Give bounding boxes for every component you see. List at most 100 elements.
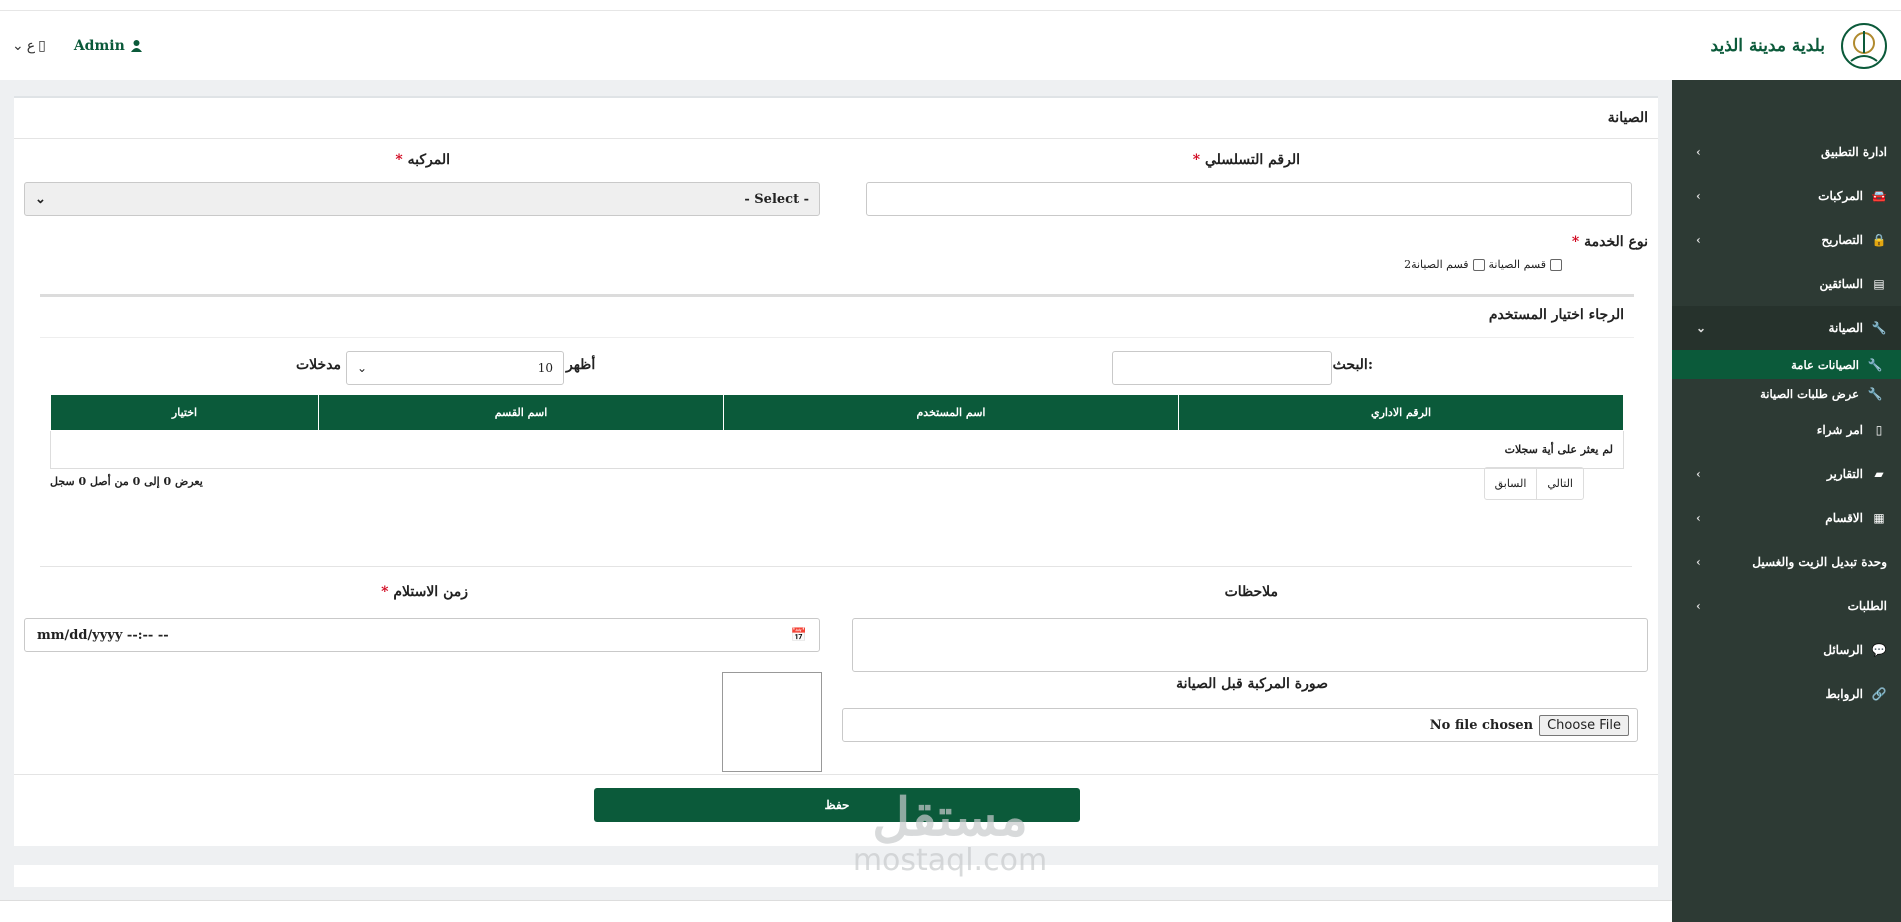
notes-label: ملاحظات bbox=[1224, 584, 1278, 600]
sidebar: ادارة التطبيق › 🚘 المركبات › 🔒 التصاريح … bbox=[1672, 80, 1901, 922]
required-mark: * bbox=[1192, 152, 1201, 168]
chevron-left-icon: › bbox=[1696, 511, 1701, 525]
sidebar-item-label: وحدة تبديل الزيت والغسيل bbox=[1752, 555, 1887, 569]
wrench-icon: 🔧 bbox=[1867, 357, 1883, 372]
file-status: No file chosen bbox=[1429, 717, 1534, 733]
chevron-left-icon: › bbox=[1696, 145, 1701, 159]
service-option-checkbox[interactable] bbox=[1550, 258, 1562, 271]
pagination: التالي السابق bbox=[1483, 467, 1584, 500]
sidebar-item-label: الرسائل bbox=[1823, 643, 1863, 657]
sidebar-item-permits[interactable]: 🔒 التصاريح › bbox=[1672, 218, 1901, 262]
municipality-logo-icon bbox=[1841, 23, 1887, 69]
footer bbox=[0, 900, 1672, 922]
service-type-label-text: نوع الخدمة bbox=[1584, 234, 1648, 250]
page-title: الصيانة bbox=[1607, 110, 1648, 126]
chevron-down-icon: ⌄ bbox=[1696, 321, 1707, 335]
language-label: ع bbox=[26, 38, 36, 54]
user-icon bbox=[130, 40, 142, 52]
sidebar-item-label: التقارير bbox=[1826, 467, 1863, 481]
service-type-options: قسم الصيانة قسم الصيانة2 bbox=[1404, 258, 1562, 271]
vehicle-select[interactable]: - Select - ⌄ bbox=[24, 182, 820, 216]
sidebar-item-label: المركبات bbox=[1818, 189, 1863, 203]
column-header[interactable]: اختيار bbox=[50, 394, 319, 431]
chevron-down-icon: ⌄ bbox=[357, 361, 368, 375]
sidebar-item-label: الصيانة bbox=[1828, 321, 1863, 335]
divider bbox=[40, 566, 1632, 567]
receive-time-input[interactable]: mm/dd/yyyy --:-- -- 📅 bbox=[24, 618, 820, 652]
page-size-value: 10 bbox=[537, 361, 553, 375]
sidebar-item-label: ادارة التطبيق bbox=[1821, 145, 1887, 159]
choose-file-button[interactable]: Choose File bbox=[1539, 714, 1629, 736]
sidebar-item-links[interactable]: 🔗 الروابط bbox=[1672, 672, 1901, 716]
lock-icon: 🔒 bbox=[1871, 233, 1887, 247]
sidebar-item-label: الاقسام bbox=[1825, 511, 1863, 525]
required-mark: * bbox=[395, 152, 403, 168]
building-icon: ▦ bbox=[1873, 511, 1885, 525]
user-menu[interactable]: Admin bbox=[74, 38, 142, 54]
book-icon: ▰ bbox=[1874, 467, 1884, 481]
sidebar-item-departments[interactable]: ▦ الاقسام › bbox=[1672, 496, 1901, 540]
sidebar-item-vehicles[interactable]: 🚘 المركبات › bbox=[1672, 174, 1901, 218]
panel-title: الرجاء اختيار المستخدم bbox=[1488, 307, 1624, 323]
chevron-left-icon: › bbox=[1696, 555, 1701, 569]
service-option-label: قسم الصيانة bbox=[1488, 258, 1546, 271]
divider bbox=[40, 337, 1634, 338]
prev-page-button[interactable]: السابق bbox=[1485, 468, 1538, 499]
brand[interactable]: بلدية مدينة الذيد bbox=[1711, 11, 1889, 81]
receive-time-label: زمن الاستلام * bbox=[381, 584, 468, 600]
chevron-left-icon: › bbox=[1696, 233, 1701, 247]
sidebar-subitem-maintenance-requests[interactable]: 🔧 عرض طلبات الصيانة bbox=[1672, 379, 1901, 408]
empty-message: لم يعثر على أية سجلات bbox=[50, 430, 1624, 469]
sidebar-item-label: امر شراء bbox=[1816, 423, 1863, 437]
wrench-icon: 🔧 bbox=[1867, 386, 1883, 401]
notes-textarea[interactable] bbox=[852, 618, 1648, 672]
column-header[interactable]: اسم المستخدم bbox=[723, 394, 1179, 431]
show-label: أظهر bbox=[566, 357, 596, 373]
calendar-icon[interactable]: 📅 bbox=[791, 628, 807, 643]
sidebar-item-maintenance[interactable]: 🔧 الصيانة ⌄ bbox=[1672, 306, 1901, 350]
car-icon: 🚘 bbox=[1871, 189, 1887, 203]
sidebar-item-messages[interactable]: 💬 الرسائل bbox=[1672, 628, 1901, 672]
divider bbox=[14, 774, 1658, 775]
entries-label: مدخلات bbox=[296, 357, 342, 373]
sidebar-item-oil-wash[interactable]: وحدة تبديل الزيت والغسيل › bbox=[1672, 540, 1901, 584]
sidebar-item-app-admin[interactable]: ادارة التطبيق › bbox=[1672, 130, 1901, 174]
sidebar-item-label: الطلبات bbox=[1847, 599, 1887, 613]
serial-number-label-text: الرقم التسلسلي bbox=[1204, 152, 1300, 168]
service-option-checkbox[interactable] bbox=[1472, 258, 1485, 271]
language-switcher[interactable]: ⌄ ع ▯ bbox=[12, 38, 46, 54]
chevron-left-icon: › bbox=[1696, 189, 1701, 203]
vehicle-select-value: - Select - bbox=[744, 191, 809, 207]
sidebar-item-drivers[interactable]: ▤ السائقين bbox=[1672, 262, 1901, 306]
service-type-label: نوع الخدمة * bbox=[1572, 234, 1648, 250]
serial-number-input[interactable] bbox=[866, 182, 1632, 216]
top-bar: بلدية مدينة الذيد ⌄ ع ▯ Admin bbox=[0, 10, 1901, 80]
sidebar-item-label: الروابط bbox=[1825, 687, 1863, 701]
translate-icon: ▯ bbox=[38, 38, 46, 54]
chevron-left-icon: › bbox=[1696, 467, 1701, 481]
vehicle-label: المركبه * bbox=[395, 152, 450, 168]
maintenance-form-card: الصيانة الرقم التسلسلي * المركبه * - Sel… bbox=[14, 96, 1658, 846]
next-page-button[interactable]: التالي bbox=[1537, 468, 1583, 499]
user-box: ⌄ ع ▯ Admin bbox=[12, 11, 142, 81]
file-icon: ▯ bbox=[1875, 423, 1883, 437]
vehicle-label-text: المركبه bbox=[407, 152, 450, 168]
sidebar-subitem-general-maintenance[interactable]: 🔧 الصيانات عامة bbox=[1672, 350, 1901, 379]
chevron-left-icon: › bbox=[1696, 599, 1701, 613]
page-size-select[interactable]: 10 ⌄ bbox=[346, 351, 564, 385]
photo-file-input[interactable]: No file chosen Choose File bbox=[842, 708, 1638, 742]
search-input[interactable] bbox=[1112, 351, 1332, 385]
photo-preview bbox=[722, 672, 822, 772]
column-header[interactable]: الرقم الاداري bbox=[1178, 394, 1624, 431]
serial-number-label: الرقم التسلسلي * bbox=[1193, 152, 1300, 168]
photo-label: صورة المركبة قبل الصيانة bbox=[1176, 676, 1328, 692]
sidebar-item-reports[interactable]: ▰ التقارير › bbox=[1672, 452, 1901, 496]
chevron-down-icon: ⌄ bbox=[35, 191, 46, 207]
column-header[interactable]: اسم القسم bbox=[318, 394, 724, 431]
sidebar-item-requests[interactable]: الطلبات › bbox=[1672, 584, 1901, 628]
sidebar-item-purchase-order[interactable]: ▯ امر شراء bbox=[1672, 408, 1901, 452]
sidebar-item-label: الصيانات عامة bbox=[1791, 357, 1859, 372]
required-mark: * bbox=[1571, 234, 1580, 250]
table-info: يعرض 0 إلى 0 من أصل 0 سجل bbox=[50, 475, 203, 488]
chevron-down-icon: ⌄ bbox=[12, 38, 24, 54]
